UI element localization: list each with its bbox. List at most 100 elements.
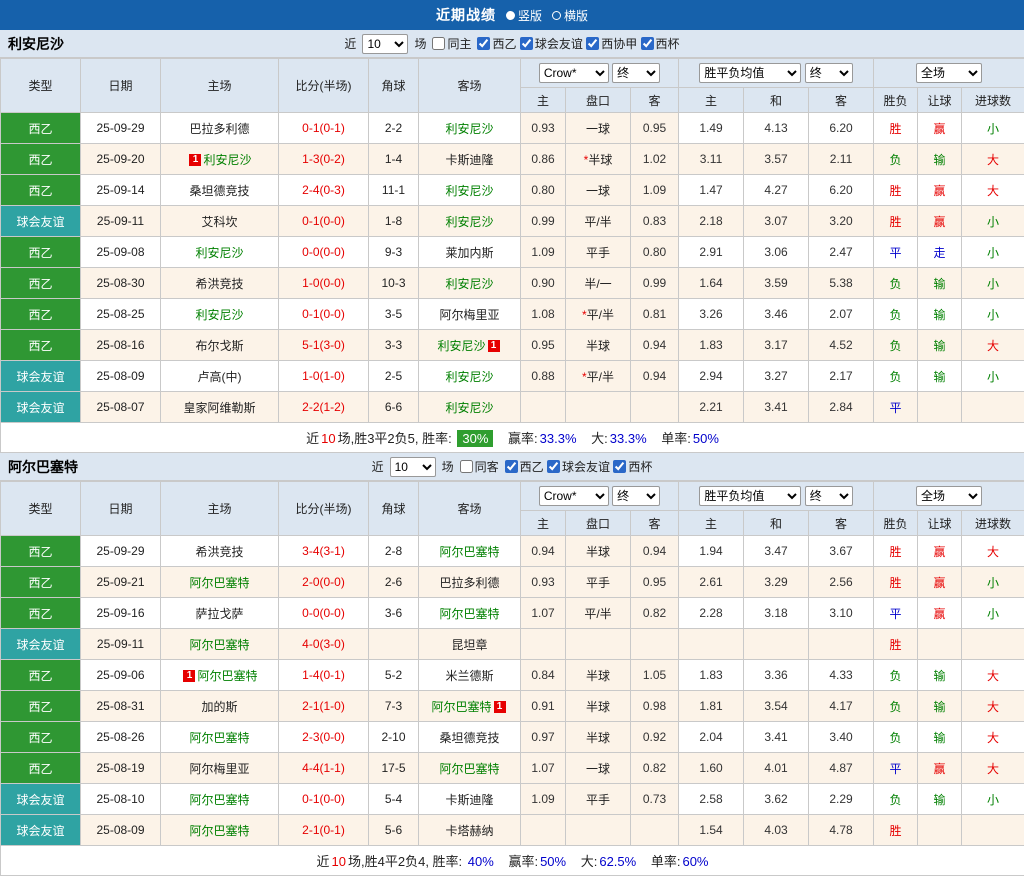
home-team-name[interactable]: 阿尔巴塞特 (189, 824, 249, 838)
europe-time-select[interactable]: 终 (805, 63, 853, 83)
away-team-name[interactable]: 阿尔梅里亚 (439, 308, 499, 322)
home-team[interactable]: 利安尼沙 (161, 237, 279, 268)
away-team[interactable]: 昆坦章 (419, 629, 521, 660)
home-team-name[interactable]: 阿尔巴塞特 (189, 576, 249, 590)
league-checkbox[interactable] (505, 460, 518, 473)
away-team[interactable]: 卡斯迪隆 (419, 144, 521, 175)
away-team[interactable]: 卡斯迪隆 (419, 784, 521, 815)
away-team-name[interactable]: 阿尔巴塞特 (439, 762, 499, 776)
league-checkbox[interactable] (477, 37, 490, 50)
away-team[interactable]: 桑坦德竞技 (419, 722, 521, 753)
same-venue-filter[interactable]: 同客 (460, 458, 499, 475)
league-filter[interactable]: 西乙 (505, 458, 544, 475)
away-team[interactable]: 阿尔巴塞特 (419, 598, 521, 629)
league-filter[interactable]: 西杯 (613, 458, 652, 475)
home-team-name[interactable]: 皇家阿维勒斯 (183, 401, 255, 415)
away-team-name[interactable]: 利安尼沙 (445, 215, 493, 229)
away-team-name[interactable]: 利安尼沙 (445, 184, 493, 198)
away-team-name[interactable]: 利安尼沙 (445, 277, 493, 291)
home-team-name[interactable]: 阿尔巴塞特 (189, 638, 249, 652)
away-team-name[interactable]: 巴拉多利德 (439, 576, 499, 590)
europe-odds-select[interactable]: 胜平负均值 (699, 63, 801, 83)
away-team[interactable]: 利安尼沙 (419, 206, 521, 237)
away-team-name[interactable]: 昆坦章 (451, 638, 487, 652)
home-team-name[interactable]: 阿尔巴塞特 (189, 793, 249, 807)
same-venue-checkbox[interactable] (432, 37, 445, 50)
home-team[interactable]: 利安尼沙 (161, 299, 279, 330)
home-team[interactable]: 布尔戈斯 (161, 330, 279, 361)
away-team-name[interactable]: 阿尔巴塞特 (439, 545, 499, 559)
asia-time-select[interactable]: 终 (612, 486, 660, 506)
home-team-name[interactable]: 利安尼沙 (203, 153, 251, 167)
home-team-name[interactable]: 利安尼沙 (195, 246, 243, 260)
home-team[interactable]: 桑坦德竞技 (161, 175, 279, 206)
home-team[interactable]: 希洪竞技 (161, 536, 279, 567)
league-filter[interactable]: 西乙 (477, 35, 516, 52)
away-team-name[interactable]: 卡斯迪隆 (445, 153, 493, 167)
layout-vertical-option[interactable]: 竖版 (506, 7, 542, 24)
match-count-select[interactable]: 10 (390, 457, 436, 477)
league-checkbox[interactable] (520, 37, 533, 50)
home-team-name[interactable]: 萨拉戈萨 (195, 607, 243, 621)
home-team-name[interactable]: 阿尔巴塞特 (197, 669, 257, 683)
away-team[interactable]: 利安尼沙 (419, 268, 521, 299)
away-team[interactable]: 阿尔巴塞特 (419, 536, 521, 567)
league-filter[interactable]: 球会友谊 (520, 35, 583, 52)
same-venue-checkbox[interactable] (460, 460, 473, 473)
home-team[interactable]: 卢高(中) (161, 361, 279, 392)
home-team-name[interactable]: 卢高(中) (198, 370, 242, 384)
same-venue-filter[interactable]: 同主 (432, 35, 471, 52)
home-team[interactable]: 1利安尼沙 (161, 144, 279, 175)
europe-time-select[interactable]: 终 (805, 486, 853, 506)
away-team[interactable]: 莱加内斯 (419, 237, 521, 268)
away-team[interactable]: 利安尼沙1 (419, 330, 521, 361)
scope-select[interactable]: 全场 (916, 63, 982, 83)
league-filter[interactable]: 西协甲 (586, 35, 637, 52)
league-checkbox[interactable] (641, 37, 654, 50)
home-team[interactable]: 阿尔巴塞特 (161, 722, 279, 753)
home-team[interactable]: 皇家阿维勒斯 (161, 392, 279, 423)
away-team-name[interactable]: 利安尼沙 (437, 339, 485, 353)
home-team[interactable]: 阿尔梅里亚 (161, 753, 279, 784)
home-team[interactable]: 阿尔巴塞特 (161, 784, 279, 815)
home-team-name[interactable]: 希洪竞技 (195, 545, 243, 559)
away-team[interactable]: 阿尔梅里亚 (419, 299, 521, 330)
home-team-name[interactable]: 艾科坎 (201, 215, 237, 229)
home-team[interactable]: 加的斯 (161, 691, 279, 722)
away-team[interactable]: 利安尼沙 (419, 361, 521, 392)
away-team-name[interactable]: 卡塔赫纳 (445, 824, 493, 838)
league-filter[interactable]: 西杯 (641, 35, 680, 52)
away-team-name[interactable]: 利安尼沙 (445, 370, 493, 384)
asia-time-select[interactable]: 终 (612, 63, 660, 83)
home-team[interactable]: 萨拉戈萨 (161, 598, 279, 629)
europe-odds-select[interactable]: 胜平负均值 (699, 486, 801, 506)
match-count-select[interactable]: 10 (362, 34, 408, 54)
away-team[interactable]: 巴拉多利德 (419, 567, 521, 598)
league-checkbox[interactable] (547, 460, 560, 473)
home-team-name[interactable]: 阿尔梅里亚 (189, 762, 249, 776)
away-team-name[interactable]: 莱加内斯 (445, 246, 493, 260)
away-team[interactable]: 利安尼沙 (419, 392, 521, 423)
home-team-name[interactable]: 加的斯 (201, 700, 237, 714)
home-team-name[interactable]: 布尔戈斯 (195, 339, 243, 353)
away-team-name[interactable]: 桑坦德竞技 (439, 731, 499, 745)
away-team[interactable]: 阿尔巴塞特1 (419, 691, 521, 722)
home-team[interactable]: 阿尔巴塞特 (161, 567, 279, 598)
home-team-name[interactable]: 阿尔巴塞特 (189, 731, 249, 745)
home-team[interactable]: 阿尔巴塞特 (161, 815, 279, 846)
away-team[interactable]: 利安尼沙 (419, 175, 521, 206)
away-team-name[interactable]: 利安尼沙 (445, 401, 493, 415)
away-team[interactable]: 卡塔赫纳 (419, 815, 521, 846)
league-checkbox[interactable] (586, 37, 599, 50)
away-team-name[interactable]: 米兰德斯 (445, 669, 493, 683)
away-team[interactable]: 利安尼沙 (419, 113, 521, 144)
home-team[interactable]: 艾科坎 (161, 206, 279, 237)
layout-horizontal-option[interactable]: 横版 (552, 7, 588, 24)
home-team-name[interactable]: 巴拉多利德 (189, 122, 249, 136)
away-team-name[interactable]: 卡斯迪隆 (445, 793, 493, 807)
bookmaker-select[interactable]: Crow* (539, 63, 609, 83)
league-filter[interactable]: 球会友谊 (547, 458, 610, 475)
away-team[interactable]: 阿尔巴塞特 (419, 753, 521, 784)
home-team[interactable]: 巴拉多利德 (161, 113, 279, 144)
league-checkbox[interactable] (613, 460, 626, 473)
